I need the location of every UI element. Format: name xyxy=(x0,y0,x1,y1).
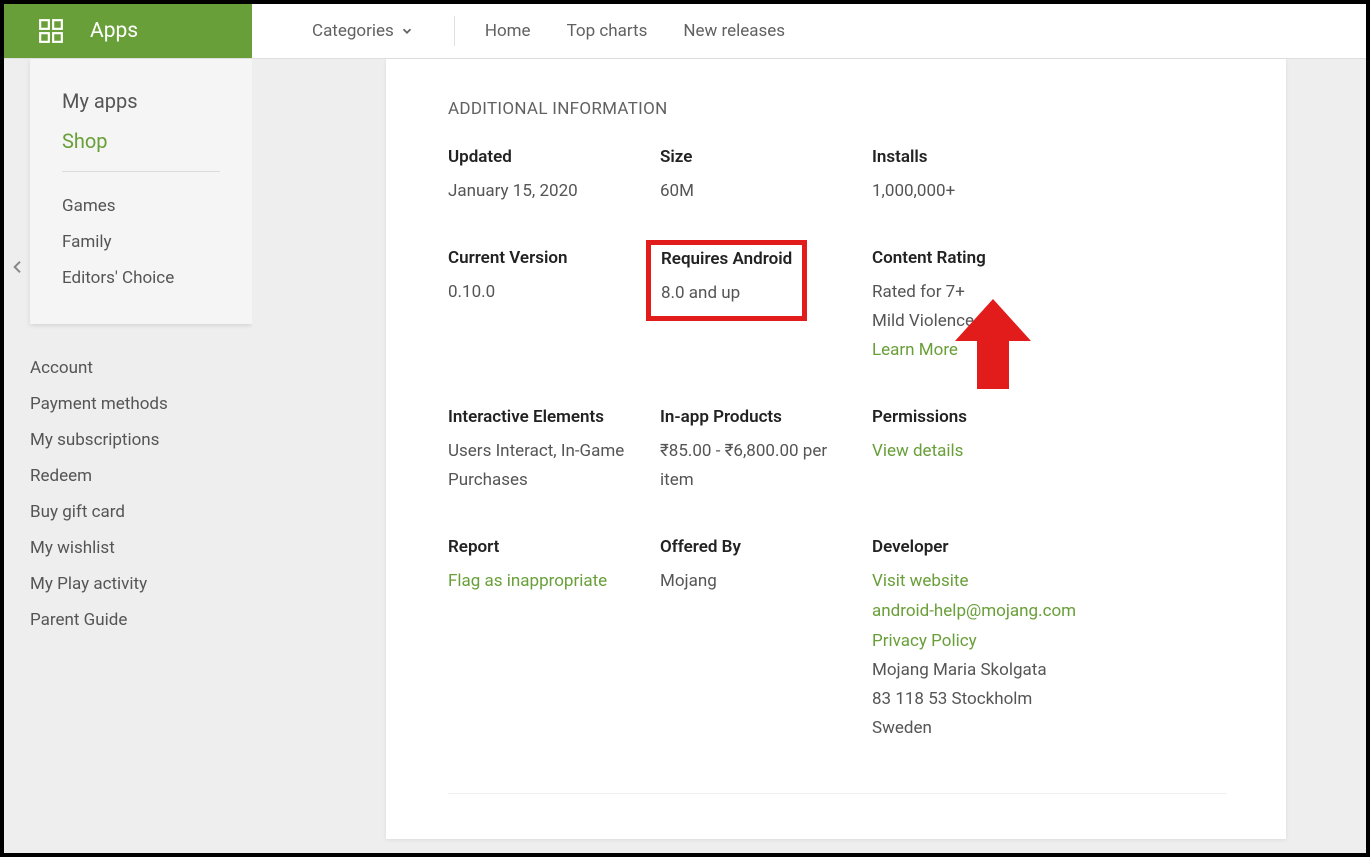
sidebar-payment-methods[interactable]: Payment methods xyxy=(30,386,252,422)
offered-label: Offered By xyxy=(660,537,852,557)
top-nav: Categories Home Top charts New releases xyxy=(252,4,803,58)
nav-new-releases[interactable]: New releases xyxy=(665,21,803,41)
info-row-1: Updated January 15, 2020 Size 60M Instal… xyxy=(448,147,1226,206)
developer-address1: Mojang Maria Skolgata xyxy=(872,656,1112,685)
sidebar-my-play-activity[interactable]: My Play activity xyxy=(30,566,252,602)
top-header: Apps Categories Home Top charts New rele… xyxy=(4,4,1366,59)
sidebar-my-apps[interactable]: My apps xyxy=(62,81,220,121)
version-label: Current Version xyxy=(448,248,640,268)
sidebar-divider xyxy=(62,171,220,172)
info-row-3: Interactive Elements Users Interact, In-… xyxy=(448,407,1226,495)
permissions-link[interactable]: View details xyxy=(872,437,1064,467)
version-value: 0.10.0 xyxy=(448,278,640,307)
chevron-left-icon[interactable] xyxy=(10,257,26,283)
main-content: ADDITIONAL INFORMATION Updated January 1… xyxy=(252,59,1366,853)
info-size: Size 60M xyxy=(660,147,872,206)
rating-line1: Rated for 7+ xyxy=(872,278,1064,307)
info-updated: Updated January 15, 2020 xyxy=(448,147,660,206)
size-label: Size xyxy=(660,147,852,167)
info-offered: Offered By Mojang xyxy=(660,537,872,743)
sidebar-parent-guide[interactable]: Parent Guide xyxy=(30,602,252,638)
permissions-label: Permissions xyxy=(872,407,1064,427)
sidebar-family[interactable]: Family xyxy=(62,224,220,260)
nav-home[interactable]: Home xyxy=(467,21,549,41)
updated-value: January 15, 2020 xyxy=(448,177,640,206)
categories-label: Categories xyxy=(312,21,394,41)
requires-value: 8.0 and up xyxy=(661,279,792,308)
chevron-down-icon xyxy=(400,24,414,38)
developer-website[interactable]: Visit website xyxy=(872,567,1112,597)
info-inapp: In-app Products ₹85.00 - ₹6,800.00 per i… xyxy=(660,407,872,495)
developer-privacy[interactable]: Privacy Policy xyxy=(872,627,1112,657)
categories-dropdown[interactable]: Categories xyxy=(312,16,455,46)
info-report: Report Flag as inappropriate xyxy=(448,537,660,743)
annotation-highlight-box: Requires Android 8.0 and up xyxy=(646,240,807,321)
sidebar-redeem[interactable]: Redeem xyxy=(30,458,252,494)
info-card: ADDITIONAL INFORMATION Updated January 1… xyxy=(386,59,1286,839)
report-link[interactable]: Flag as inappropriate xyxy=(448,567,640,597)
brand-apps[interactable]: Apps xyxy=(4,4,252,58)
size-value: 60M xyxy=(660,177,852,206)
info-row-2: Current Version 0.10.0 Requires Android … xyxy=(448,248,1226,366)
installs-value: 1,000,000+ xyxy=(872,177,1064,206)
sidebar-my-subscriptions[interactable]: My subscriptions xyxy=(30,422,252,458)
interactive-label: Interactive Elements xyxy=(448,407,640,427)
requires-label: Requires Android xyxy=(661,249,792,269)
nav-top-charts[interactable]: Top charts xyxy=(549,21,666,41)
section-title: ADDITIONAL INFORMATION xyxy=(448,99,1226,119)
apps-grid-icon xyxy=(38,18,64,44)
info-version: Current Version 0.10.0 xyxy=(448,248,660,366)
rating-line2: Mild Violence xyxy=(872,307,1064,336)
report-label: Report xyxy=(448,537,640,557)
sidebar-editors-choice[interactable]: Editors' Choice xyxy=(62,260,220,296)
sidebar-shop[interactable]: Shop xyxy=(62,121,220,161)
inapp-value: ₹85.00 - ₹6,800.00 per item xyxy=(660,437,852,495)
info-installs: Installs 1,000,000+ xyxy=(872,147,1084,206)
sidebar-account-item[interactable]: Account xyxy=(30,350,252,386)
offered-value: Mojang xyxy=(660,567,852,596)
sidebar-primary: My apps Shop Games Family Editors' Choic… xyxy=(30,59,252,324)
info-permissions: Permissions View details xyxy=(872,407,1084,495)
sidebar-account: Account Payment methods My subscriptions… xyxy=(4,324,252,638)
info-rating: Content Rating Rated for 7+ Mild Violenc… xyxy=(872,248,1084,366)
card-divider xyxy=(448,793,1226,794)
sidebar-buy-gift-card[interactable]: Buy gift card xyxy=(30,494,252,530)
rating-label: Content Rating xyxy=(872,248,1064,268)
sidebar-my-wishlist[interactable]: My wishlist xyxy=(30,530,252,566)
inapp-label: In-app Products xyxy=(660,407,852,427)
interactive-value: Users Interact, In-Game Purchases xyxy=(448,437,640,495)
info-interactive: Interactive Elements Users Interact, In-… xyxy=(448,407,660,495)
developer-address3: Sweden xyxy=(872,714,1112,743)
developer-address2: 83 118 53 Stockholm xyxy=(872,685,1112,714)
info-requires: Requires Android 8.0 and up xyxy=(660,248,872,366)
updated-label: Updated xyxy=(448,147,640,167)
info-row-4: Report Flag as inappropriate Offered By … xyxy=(448,537,1226,743)
rating-learn-more[interactable]: Learn More xyxy=(872,336,1064,366)
info-developer: Developer Visit website android-help@moj… xyxy=(872,537,1132,743)
developer-label: Developer xyxy=(872,537,1112,557)
sidebar: My apps Shop Games Family Editors' Choic… xyxy=(4,59,252,853)
sidebar-games[interactable]: Games xyxy=(62,188,220,224)
brand-label: Apps xyxy=(90,19,138,43)
developer-email[interactable]: android-help@mojang.com xyxy=(872,597,1112,627)
installs-label: Installs xyxy=(872,147,1064,167)
